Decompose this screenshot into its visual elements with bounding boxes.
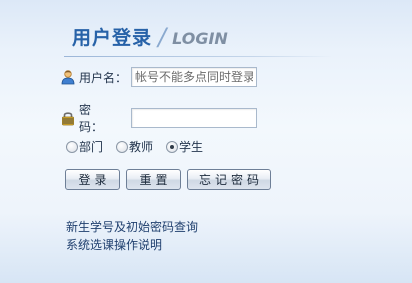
password-label-part2: 码： (79, 120, 104, 134)
radio-button-teacher[interactable] (116, 140, 129, 153)
role-label-student: 学生 (179, 140, 204, 154)
login-title: 用户登录 / LOGIN (72, 20, 228, 50)
radio-button-department[interactable] (66, 140, 78, 153)
role-radio-teacher[interactable]: 教师 (116, 138, 153, 155)
title-separator: / (158, 23, 167, 51)
new-student-query-link[interactable]: 新生学号及初始密码查询 (66, 218, 198, 236)
password-label-part1: 密 (79, 103, 92, 117)
lock-icon (60, 110, 76, 126)
course-selection-help-link[interactable]: 系统选课操作说明 (66, 236, 198, 254)
password-input[interactable] (131, 108, 257, 128)
username-input[interactable] (131, 67, 257, 87)
action-buttons: 登录 重置 忘记密码 (65, 169, 277, 190)
username-label: 用户名： (79, 70, 128, 85)
title-english: LOGIN (172, 29, 228, 48)
forgot-password-button[interactable]: 忘记密码 (187, 169, 271, 190)
login-panel: 用户登录 / LOGIN 用户名： 密码： 部门 (0, 0, 412, 283)
role-label-teacher: 教师 (129, 140, 154, 154)
password-row: 密码： (60, 101, 257, 135)
role-radio-department[interactable]: 部门 (66, 138, 103, 155)
radio-button-student[interactable] (166, 140, 179, 153)
role-radio-student[interactable]: 学生 (166, 138, 203, 155)
role-label-department: 部门 (79, 140, 104, 154)
title-divider (64, 56, 334, 57)
login-button[interactable]: 登录 (65, 169, 120, 190)
role-selector: 部门 教师 学生 (66, 138, 216, 155)
username-row: 用户名： (60, 67, 257, 87)
reset-button[interactable]: 重置 (126, 169, 181, 190)
password-label: 密码： (79, 101, 131, 135)
help-links: 新生学号及初始密码查询 系统选课操作说明 (66, 218, 198, 254)
title-chinese: 用户登录 (72, 27, 153, 49)
user-icon (60, 69, 76, 85)
